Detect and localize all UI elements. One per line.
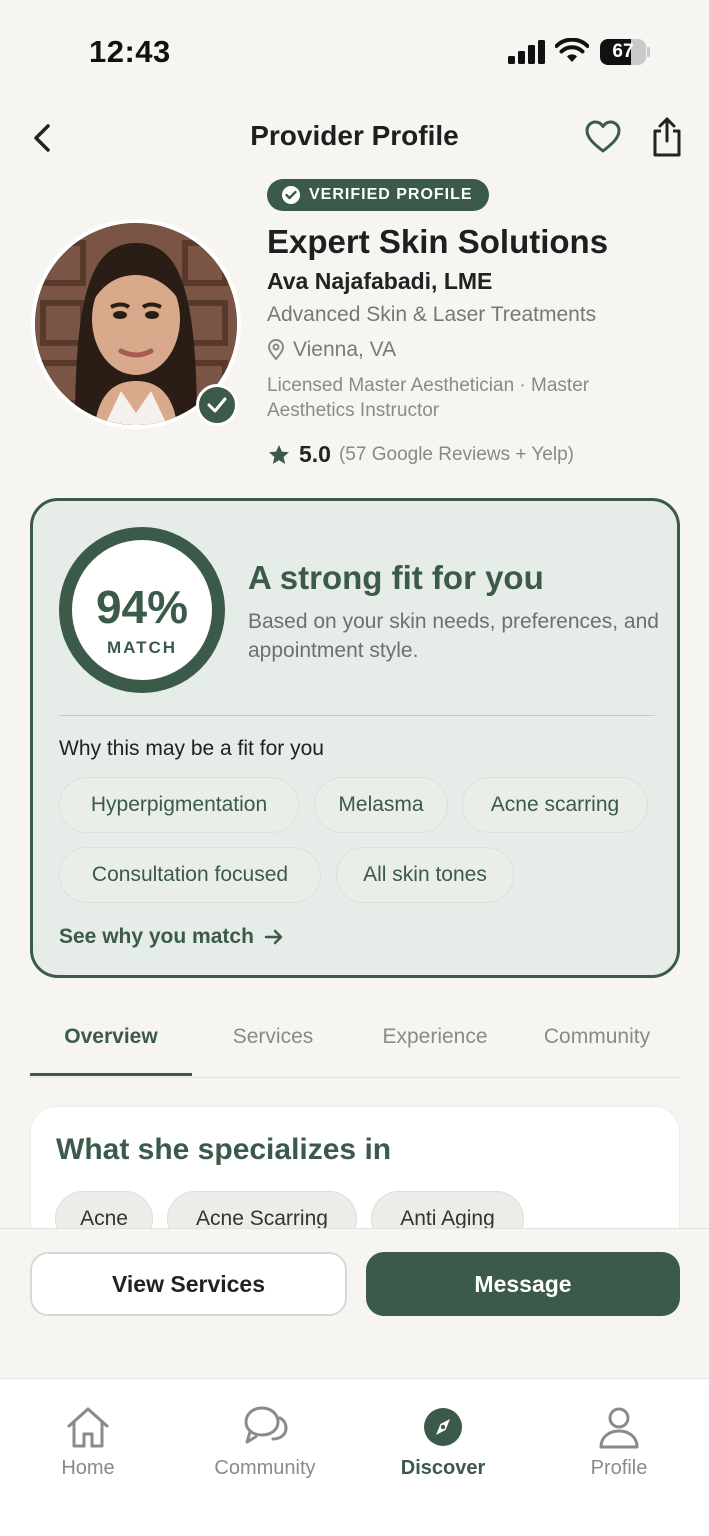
verified-profile-label: VERIFIED PROFILE	[309, 186, 473, 203]
status-time: 12:43	[89, 34, 171, 69]
compass-icon	[424, 1408, 462, 1446]
view-services-button[interactable]: View Services	[30, 1252, 347, 1316]
specialties-title: What she specializes in	[56, 1133, 392, 1166]
rating-value: 5.0	[299, 441, 331, 467]
battery-level: 67	[612, 41, 634, 62]
nav-home-label: Home	[61, 1457, 115, 1479]
tab-community[interactable]: Community	[516, 1008, 678, 1076]
verified-check-icon	[196, 384, 238, 426]
favorite-heart-button[interactable]	[584, 118, 622, 156]
fit-chip-consultation-focused[interactable]: Consultation focused	[59, 847, 321, 903]
provider-location: Vienna, VA	[267, 338, 396, 362]
chat-icon	[244, 1406, 288, 1444]
review-count: (57 Google Reviews + Yelp)	[338, 443, 574, 465]
see-why-match-link[interactable]: See why you match	[59, 925, 284, 949]
match-headline: A strong fit for you	[248, 559, 544, 596]
location-text: Vienna, VA	[293, 338, 397, 361]
fit-chip-hyperpigmentation[interactable]: Hyperpigmentation	[59, 777, 299, 833]
arrow-right-icon	[264, 929, 283, 945]
nav-discover[interactable]: Discover	[373, 1405, 513, 1480]
provider-credentials: Licensed Master Aesthetician · Master Ae…	[267, 375, 590, 421]
star-icon	[269, 444, 289, 464]
divider	[59, 715, 655, 716]
person-icon	[599, 1407, 639, 1449]
status-bar: 12:43 67	[0, 0, 709, 100]
action-bar: View Services Message	[0, 1228, 709, 1378]
share-button[interactable]	[650, 116, 684, 158]
bottom-nav: Home Community Discover Profile	[0, 1378, 709, 1536]
battery-icon: 67	[600, 39, 650, 65]
nav-profile-label: Profile	[590, 1457, 648, 1479]
nav-profile[interactable]: Profile	[549, 1405, 689, 1480]
fit-chip-all-skin-tones[interactable]: All skin tones	[336, 847, 514, 903]
profile-tabs: Overview Services Experience Community	[30, 1008, 680, 1078]
nav-community-label: Community	[214, 1457, 316, 1479]
provider-business-name: Expert Skin Solutions	[267, 223, 609, 260]
match-percent: 94%	[95, 581, 189, 633]
top-nav-bar: Provider Profile	[0, 110, 709, 166]
match-description: Based on your skin needs, preferences, a…	[248, 610, 659, 662]
provider-person-name: Ava Najafabadi, LME	[267, 268, 493, 294]
match-card: 94% MATCH A strong fit for you Based on …	[30, 498, 680, 978]
nav-community[interactable]: Community	[195, 1405, 335, 1480]
message-button[interactable]: Message	[366, 1252, 680, 1316]
why-fit-heading: Why this may be a fit for you	[59, 737, 324, 760]
fit-chip-melasma[interactable]: Melasma	[314, 777, 448, 833]
tab-experience[interactable]: Experience	[354, 1008, 516, 1076]
tab-services[interactable]: Services	[192, 1008, 354, 1076]
verified-profile-badge: VERIFIED PROFILE	[267, 179, 489, 211]
match-score-ring: 94% MATCH	[59, 527, 225, 693]
fit-chip-acne-scarring[interactable]: Acne scarring	[462, 777, 648, 833]
home-icon	[67, 1407, 109, 1448]
see-why-label: See why you match	[59, 925, 254, 948]
nav-home[interactable]: Home	[18, 1405, 158, 1480]
location-pin-icon	[267, 339, 285, 361]
tab-overview[interactable]: Overview	[30, 1008, 192, 1076]
match-label: MATCH	[106, 638, 178, 657]
check-circle-icon	[282, 186, 300, 204]
nav-discover-label: Discover	[400, 1457, 486, 1479]
wifi-icon	[555, 38, 589, 62]
rating-row[interactable]: 5.0 (57 Google Reviews + Yelp)	[267, 441, 574, 468]
cellular-signal-icon	[508, 40, 545, 64]
provider-specialty: Advanced Skin & Laser Treatments	[267, 303, 597, 326]
